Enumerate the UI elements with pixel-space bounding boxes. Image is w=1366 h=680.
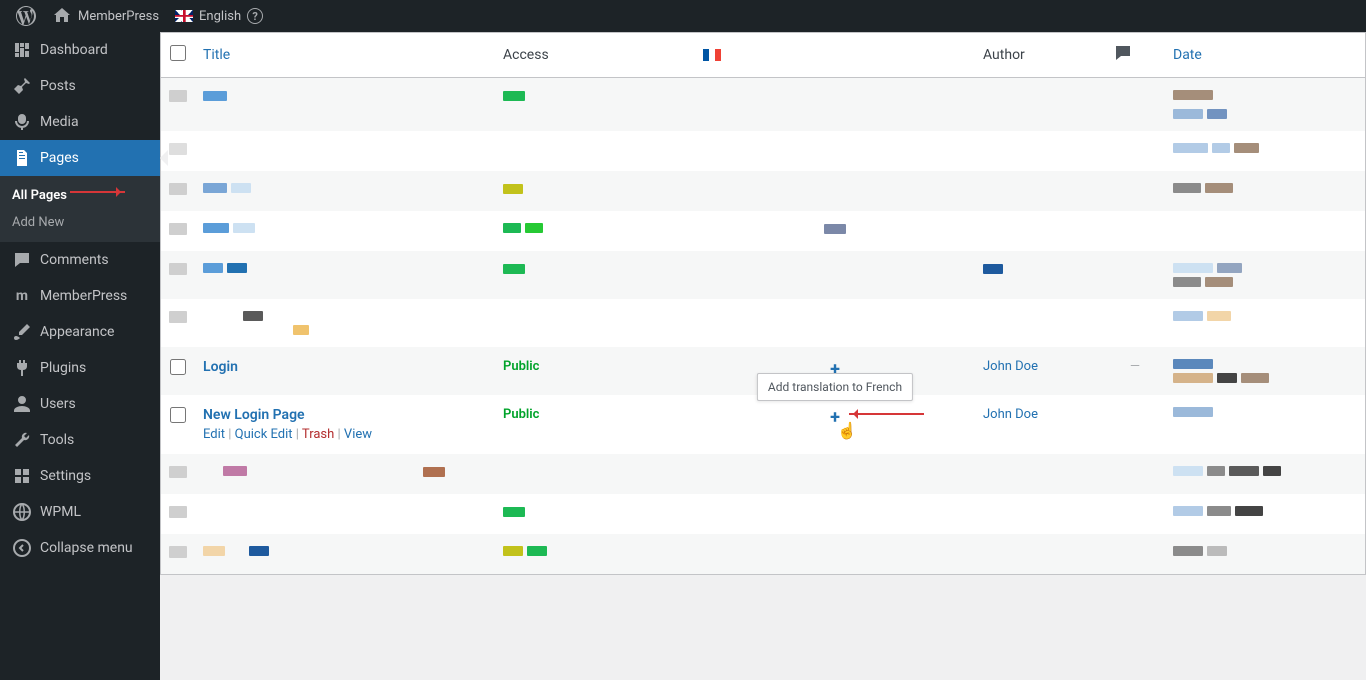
no-comments-dash: — [1130,359,1140,374]
annotation-arrow [70,191,125,193]
globe-icon [12,502,32,522]
sidebar-item-memberpress[interactable]: m MemberPress [0,278,160,314]
main-content: Title Access Author Date [160,32,1366,575]
access-label: Public [503,359,539,374]
sidebar-item-dashboard[interactable]: Dashboard [0,32,160,68]
table-row [161,454,1365,494]
page-title-link[interactable]: New Login Page [203,407,305,423]
table-row-new-login: New Login Page Edit | Quick Edit | Trash… [161,395,1365,454]
quick-edit-link[interactable]: Quick Edit [235,427,293,442]
table-row-login: Login Public + Add translation to French… [161,347,1365,395]
comment-bubble-icon [1113,43,1133,63]
memberpress-icon: m [12,286,32,306]
col-header-comments[interactable] [1105,33,1165,78]
page-title-link[interactable]: Login [203,359,238,375]
col-header-access: Access [495,33,695,78]
brush-icon [12,322,32,342]
sidebar-item-media[interactable]: Media [0,104,160,140]
pages-icon [12,148,32,168]
col-header-title[interactable]: Title [195,33,495,78]
table-row [161,299,1365,347]
sub-item-all-pages[interactable]: All Pages [0,182,160,209]
wordpress-icon [16,6,36,26]
trash-link[interactable]: Trash [302,427,334,442]
user-icon [12,394,32,414]
edit-link[interactable]: Edit [203,427,225,442]
col-header-flag [695,33,975,78]
sidebar-item-posts[interactable]: Posts [0,68,160,104]
language-switcher[interactable]: English ? [167,0,271,32]
table-row [161,171,1365,211]
french-flag-icon [703,49,721,61]
sidebar-item-users[interactable]: Users [0,386,160,422]
language-label: English [199,9,241,24]
admin-bar: MemberPress English ? [0,0,1366,32]
collapse-icon [12,538,32,558]
sidebar-item-appearance[interactable]: Appearance [0,314,160,350]
select-all-header [161,33,195,78]
annotation-arrow [849,413,924,415]
row-checkbox[interactable] [170,407,186,423]
table-row [161,131,1365,171]
sidebar-item-settings[interactable]: Settings [0,458,160,494]
pin-icon [12,76,32,96]
sidebar-item-pages[interactable]: Pages [0,140,160,176]
sidebar-item-collapse[interactable]: Collapse menu [0,530,160,566]
settings-icon [12,466,32,486]
uk-flag-icon [175,10,193,22]
col-header-date[interactable]: Date [1165,33,1365,78]
media-icon [12,112,32,132]
dashboard-icon [12,40,32,60]
row-checkbox[interactable] [170,359,186,375]
plug-icon [12,358,32,378]
wrench-icon [12,430,32,450]
sidebar-item-wpml[interactable]: WPML [0,494,160,530]
author-link[interactable]: John Doe [983,407,1038,422]
wp-logo[interactable] [8,0,44,32]
add-translation-button[interactable]: + [830,407,840,428]
table-row [161,78,1365,131]
sidebar-submenu-pages: All Pages Add New [0,176,160,242]
access-label: Public [503,407,539,422]
select-all-checkbox[interactable] [170,45,186,61]
sidebar-item-comments[interactable]: Comments [0,242,160,278]
pages-table: Title Access Author Date [160,32,1366,575]
comments-icon [12,250,32,270]
table-row [161,251,1365,299]
sub-item-add-new[interactable]: Add New [0,209,160,236]
sidebar-item-tools[interactable]: Tools [0,422,160,458]
site-name-link[interactable]: MemberPress [44,0,167,32]
help-icon: ? [247,8,263,24]
table-row [161,534,1365,574]
view-link[interactable]: View [344,427,372,442]
admin-sidebar: Dashboard Posts Media Pages All Pages Ad… [0,32,160,680]
tooltip: Add translation to French [757,373,913,401]
site-name: MemberPress [78,9,159,24]
table-row [161,211,1365,251]
author-link[interactable]: John Doe [983,359,1038,374]
row-actions: Edit | Quick Edit | Trash | View [203,427,487,442]
home-icon [52,6,72,26]
col-header-author[interactable]: Author [975,33,1105,78]
sidebar-item-plugins[interactable]: Plugins [0,350,160,386]
table-row [161,494,1365,534]
